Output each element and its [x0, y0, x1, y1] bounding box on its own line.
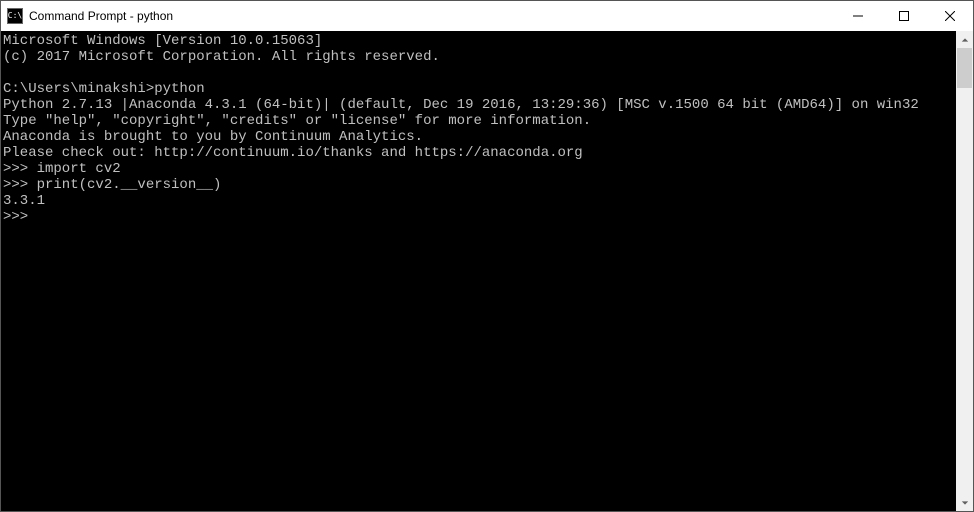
maximize-button[interactable] [881, 1, 927, 31]
minimize-icon [853, 11, 863, 21]
close-button[interactable] [927, 1, 973, 31]
chevron-up-icon [961, 36, 969, 44]
window-title: Command Prompt - python [29, 9, 835, 23]
scrollbar-thumb[interactable] [957, 48, 972, 88]
cmd-icon-text: C:\ [8, 12, 22, 20]
close-icon [945, 11, 955, 21]
maximize-icon [899, 11, 909, 21]
cmd-icon: C:\ [7, 8, 23, 24]
vertical-scrollbar[interactable] [956, 31, 973, 511]
scroll-down-button[interactable] [956, 494, 973, 511]
command-prompt-window: C:\ Command Prompt - python Microsoft Wi… [0, 0, 974, 512]
scroll-up-button[interactable] [956, 31, 973, 48]
chevron-down-icon [961, 499, 969, 507]
titlebar[interactable]: C:\ Command Prompt - python [1, 1, 973, 31]
content-area: Microsoft Windows [Version 10.0.15063] (… [1, 31, 973, 511]
window-controls [835, 1, 973, 31]
terminal-output[interactable]: Microsoft Windows [Version 10.0.15063] (… [1, 31, 956, 511]
minimize-button[interactable] [835, 1, 881, 31]
